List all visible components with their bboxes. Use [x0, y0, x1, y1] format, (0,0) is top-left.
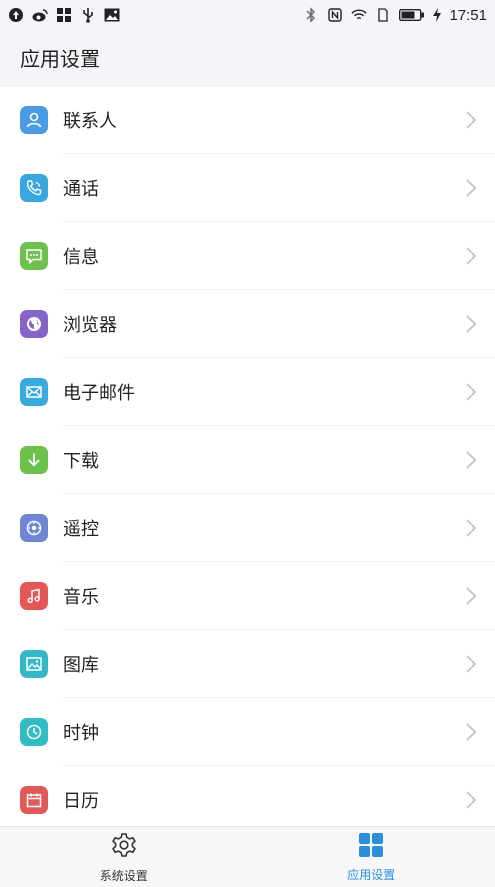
settings-item-music[interactable]: 音乐 [0, 562, 495, 630]
settings-item-remote[interactable]: 遥控 [0, 494, 495, 562]
image-notification-icon [104, 7, 120, 23]
bluetooth-icon [303, 7, 319, 23]
usb-icon [80, 7, 96, 23]
tab-label: 系统设置 [99, 868, 148, 883]
settings-list: 联系人 通话 信息 浏览器 电子邮件 下载 遥控 音乐 图库 时钟 日历 [0, 86, 495, 826]
settings-item-browser[interactable]: 浏览器 [0, 290, 495, 358]
phone-icon [20, 174, 48, 202]
contacts-icon [20, 106, 48, 134]
app-notification-icon [56, 7, 72, 23]
status-right: 17:51 [303, 7, 487, 24]
chevron-right-icon [466, 451, 477, 469]
clock-icon [20, 718, 48, 746]
chevron-right-icon [466, 519, 477, 537]
gallery-icon [20, 650, 48, 678]
app-header: 应用设置 [0, 30, 495, 86]
settings-item-label: 通话 [63, 179, 99, 200]
upload-notification-icon [8, 7, 24, 23]
sim-icon [375, 7, 391, 23]
tab-system-settings[interactable]: 系统设置 [0, 827, 248, 887]
nfc-icon [327, 7, 343, 23]
status-left [8, 7, 120, 23]
status-time: 17:51 [449, 6, 487, 24]
browser-icon [20, 310, 48, 338]
calendar-icon [20, 786, 48, 814]
grid-icon [358, 832, 384, 862]
settings-item-label: 浏览器 [63, 315, 117, 336]
settings-item-label: 时钟 [63, 723, 99, 744]
gear-icon [110, 831, 138, 863]
settings-item-email[interactable]: 电子邮件 [0, 358, 495, 426]
settings-item-gallery[interactable]: 图库 [0, 630, 495, 698]
weibo-notification-icon [32, 7, 48, 23]
settings-item-messages[interactable]: 信息 [0, 222, 495, 290]
chevron-right-icon [466, 587, 477, 605]
settings-item-label: 联系人 [63, 111, 117, 132]
settings-item-label: 电子邮件 [63, 383, 135, 404]
message-icon [20, 242, 48, 270]
settings-item-phone[interactable]: 通话 [0, 154, 495, 222]
chevron-right-icon [466, 111, 477, 129]
settings-item-contacts[interactable]: 联系人 [0, 86, 495, 154]
chevron-right-icon [466, 179, 477, 197]
settings-item-label: 日历 [63, 791, 99, 812]
settings-item-label: 图库 [63, 655, 99, 676]
chevron-right-icon [466, 723, 477, 741]
page-title: 应用设置 [20, 47, 100, 71]
settings-item-clock[interactable]: 时钟 [0, 698, 495, 766]
bottom-navigation: 系统设置 应用设置 [0, 826, 495, 887]
status-bar: 17:51 [0, 0, 495, 30]
remote-icon [20, 514, 48, 542]
settings-item-label: 信息 [63, 247, 99, 268]
settings-item-calendar[interactable]: 日历 [0, 766, 495, 826]
chevron-right-icon [466, 791, 477, 809]
wifi-icon [351, 7, 368, 23]
chevron-right-icon [466, 315, 477, 333]
music-icon [20, 582, 48, 610]
tab-app-settings[interactable]: 应用设置 [248, 827, 495, 887]
download-icon [20, 446, 48, 474]
tab-label: 应用设置 [347, 867, 396, 882]
email-icon [20, 378, 48, 406]
chevron-right-icon [466, 655, 477, 673]
settings-item-download[interactable]: 下载 [0, 426, 495, 494]
chevron-right-icon [466, 383, 477, 401]
settings-item-label: 下载 [63, 451, 99, 472]
chevron-right-icon [466, 247, 477, 265]
battery-icon [399, 7, 425, 23]
charging-icon [433, 7, 442, 23]
settings-item-label: 遥控 [63, 519, 99, 540]
settings-item-label: 音乐 [63, 587, 99, 608]
